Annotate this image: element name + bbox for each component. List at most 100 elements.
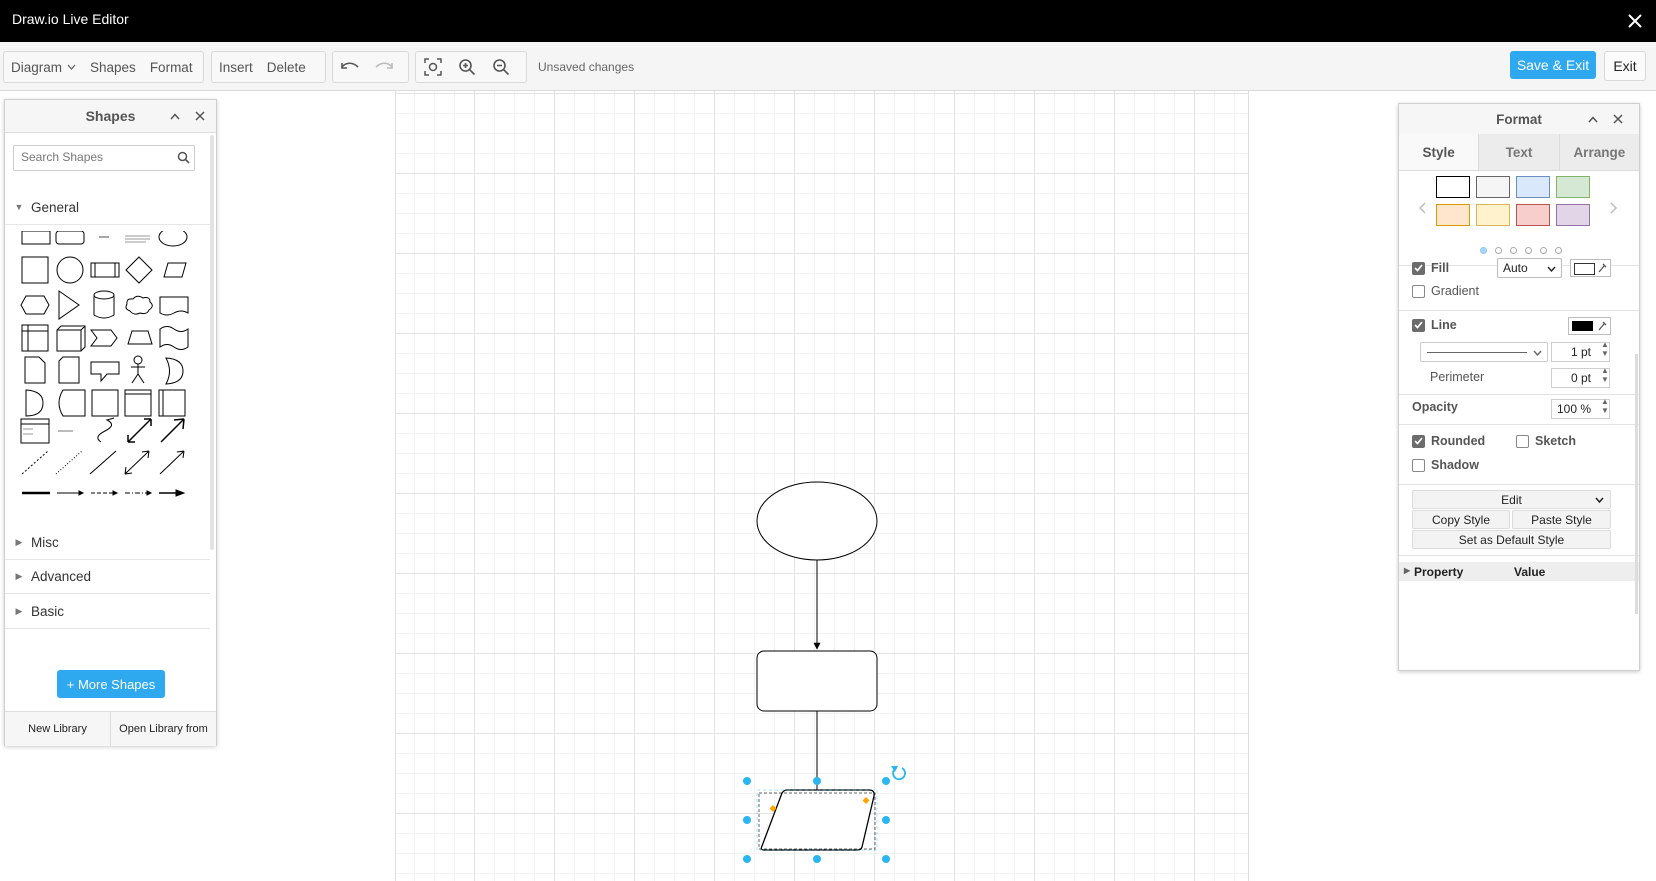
resize-handle-s[interactable] (813, 855, 821, 863)
resize-handle-w[interactable] (743, 816, 751, 824)
zoom-in-icon[interactable] (450, 53, 484, 81)
resize-handle-se[interactable] (882, 855, 890, 863)
callout-shape-icon[interactable] (90, 361, 120, 383)
insert-button[interactable]: Insert (212, 53, 260, 81)
undo-icon[interactable] (333, 53, 367, 81)
page-dot[interactable] (1495, 247, 1502, 254)
dotted-line-shape-icon[interactable] (55, 450, 83, 475)
sketch-checkbox[interactable] (1516, 434, 1529, 448)
data-storage-shape-icon[interactable] (58, 389, 86, 417)
close-icon[interactable] (1614, 0, 1656, 42)
resize-handle-nw[interactable] (743, 777, 751, 785)
heading-text-shape-icon[interactable] (125, 231, 150, 243)
delay-shape-icon[interactable] (25, 389, 44, 417)
parallelogram-shape-icon[interactable] (163, 262, 187, 278)
shapes-scrollbar[interactable] (210, 135, 214, 550)
dotted-arrow-link-shape-icon[interactable] (125, 490, 153, 496)
redo-icon[interactable] (367, 53, 401, 81)
actor-shape-icon[interactable] (131, 355, 145, 384)
tape-shape-icon[interactable] (159, 326, 189, 350)
collapse-icon[interactable] (167, 108, 183, 124)
or-shape-icon[interactable] (165, 357, 184, 385)
bidirectional-arrow-shape-icon[interactable] (127, 418, 152, 443)
cylinder-shape-icon[interactable] (93, 290, 115, 319)
spinner-arrows-icon[interactable]: ▲ ▼ (1601, 397, 1609, 415)
style-swatch[interactable] (1556, 176, 1590, 198)
line-row[interactable]: Line (1412, 318, 1457, 332)
ellipse-shape[interactable] (756, 481, 878, 561)
vertical-container-shape-icon[interactable] (158, 389, 186, 417)
fit-icon[interactable] (416, 53, 450, 81)
cloud-shape-icon[interactable] (125, 295, 153, 315)
shadow-checkbox[interactable] (1412, 458, 1425, 472)
spinner-arrows-icon[interactable]: ▲ ▼ (1601, 366, 1609, 384)
rectangle-shape-icon[interactable] (21, 231, 51, 245)
rounded-rectangle-shape-icon[interactable] (55, 231, 85, 245)
section-basic[interactable]: ▶ Basic (5, 594, 210, 629)
search-input[interactable]: Search Shapes (13, 145, 195, 171)
edit-select[interactable]: Edit (1412, 490, 1611, 509)
gradient-checkbox[interactable] (1412, 284, 1425, 298)
resize-handle-ne[interactable] (882, 777, 890, 785)
resize-handle-e[interactable] (882, 816, 890, 824)
set-default-style-button[interactable]: Set as Default Style (1412, 530, 1611, 549)
circle-shape-icon[interactable] (56, 256, 84, 284)
shapes-toggle[interactable]: Shapes (83, 53, 143, 81)
style-swatch[interactable] (1436, 176, 1470, 198)
exit-button[interactable]: Exit (1604, 51, 1646, 81)
collapsed-arrow-icon[interactable]: ▶ (1404, 566, 1410, 575)
process-shape-icon[interactable] (90, 262, 120, 278)
format-toggle[interactable]: Format (143, 53, 200, 81)
resize-handle-n[interactable] (813, 777, 821, 785)
gradient-row[interactable]: Gradient (1412, 284, 1479, 298)
page-dot[interactable] (1510, 247, 1517, 254)
fill-color-picker[interactable] (1570, 259, 1611, 277)
style-swatch[interactable] (1556, 204, 1590, 226)
new-library-button[interactable]: New Library (5, 712, 110, 746)
shape-palette[interactable] (13, 231, 203, 521)
page-dot[interactable] (1555, 247, 1562, 254)
diagram-menu[interactable]: Diagram (4, 53, 83, 81)
chevron-right-icon[interactable] (1610, 202, 1618, 217)
step-shape-icon[interactable] (90, 329, 118, 347)
dashed-line-shape-icon[interactable] (21, 450, 49, 475)
copy-style-button[interactable]: Copy Style (1412, 510, 1510, 529)
line-checkbox[interactable] (1412, 318, 1425, 332)
internal-storage-shape-icon[interactable] (21, 324, 49, 352)
frame-shape-icon[interactable] (124, 389, 152, 417)
save-exit-button[interactable]: Save & Exit (1510, 51, 1596, 79)
style-swatch[interactable] (1516, 204, 1550, 226)
fill-checkbox-row[interactable]: Fill (1412, 261, 1449, 275)
diamond-shape-icon[interactable] (125, 256, 153, 284)
list-shape-icon[interactable] (20, 418, 50, 444)
chevron-left-icon[interactable] (1418, 202, 1426, 217)
bidirectional-connector-shape-icon[interactable] (124, 450, 150, 475)
close-icon[interactable] (1610, 111, 1626, 127)
curve-shape-icon[interactable] (97, 417, 115, 443)
tab-text[interactable]: Text (1478, 134, 1558, 170)
drawing-canvas[interactable] (395, 91, 1249, 881)
line-color-picker[interactable] (1568, 317, 1611, 335)
paste-style-button[interactable]: Paste Style (1512, 510, 1611, 529)
resize-handle-sw[interactable] (743, 855, 751, 863)
collapse-icon[interactable] (1585, 111, 1601, 127)
dashed-arrow-link-shape-icon[interactable] (91, 490, 119, 496)
trapezoid-shape-icon[interactable] (127, 330, 153, 345)
fill-mode-select[interactable]: Auto (1497, 258, 1562, 278)
style-swatch[interactable] (1476, 204, 1510, 226)
arrow-link-shape-icon[interactable] (57, 490, 85, 496)
diagram[interactable] (396, 91, 1248, 881)
parallelogram-shape[interactable] (760, 789, 875, 851)
section-misc[interactable]: ▶ Misc (5, 525, 210, 560)
format-scrollbar[interactable] (1635, 354, 1638, 614)
style-swatch[interactable] (1436, 204, 1470, 226)
section-advanced[interactable]: ▶ Advanced (5, 559, 210, 594)
rounded-rectangle-shape[interactable] (756, 650, 878, 712)
section-general[interactable]: ▼ General (5, 190, 210, 225)
block-arrow-link-shape-icon[interactable] (159, 489, 186, 497)
card-shape-icon[interactable] (58, 356, 80, 384)
line-shape-icon[interactable] (89, 450, 117, 475)
zoom-out-icon[interactable] (484, 53, 518, 81)
spinner-arrows-icon[interactable]: ▲ ▼ (1601, 340, 1609, 358)
style-swatch[interactable] (1516, 176, 1550, 198)
